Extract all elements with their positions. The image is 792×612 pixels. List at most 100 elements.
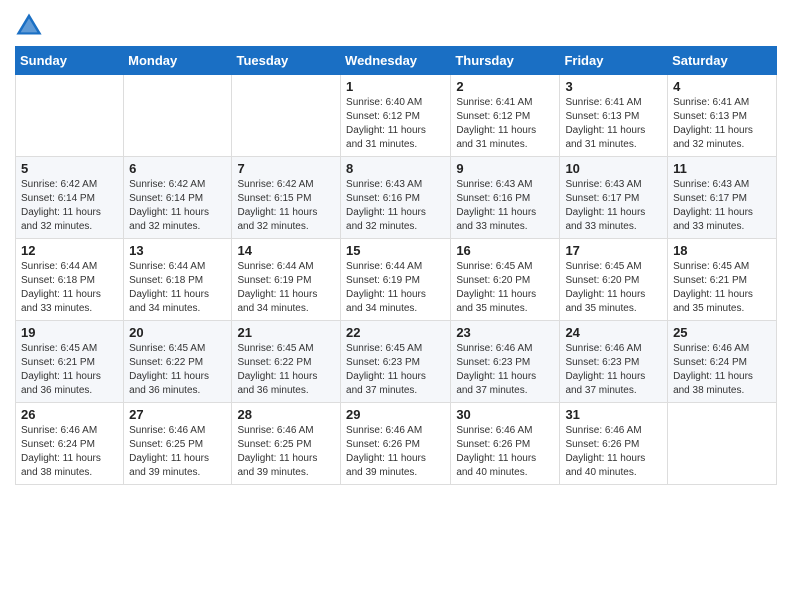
day-number: 14: [237, 243, 335, 258]
calendar-cell: [232, 75, 341, 157]
day-header-tuesday: Tuesday: [232, 47, 341, 75]
day-info: Sunrise: 6:46 AMSunset: 6:26 PMDaylight:…: [565, 424, 662, 480]
day-info: Sunrise: 6:46 AMSunset: 6:26 PMDaylight:…: [346, 424, 445, 480]
day-number: 18: [673, 243, 771, 258]
logo-icon: [15, 10, 43, 38]
calendar-cell: 1 Sunrise: 6:40 AMSunset: 6:12 PMDaylight…: [341, 75, 451, 157]
calendar-cell: 19 Sunrise: 6:45 AMSunset: 6:21 PMDayligh…: [16, 321, 124, 403]
day-info: Sunrise: 6:43 AMSunset: 6:16 PMDaylight:…: [346, 178, 445, 234]
day-number: 24: [565, 325, 662, 340]
calendar-cell: 10 Sunrise: 6:43 AMSunset: 6:17 PMDayligh…: [560, 157, 668, 239]
day-info: Sunrise: 6:44 AMSunset: 6:19 PMDaylight:…: [346, 260, 445, 316]
logo: [15, 10, 47, 38]
day-number: 4: [673, 79, 771, 94]
calendar-cell: 15 Sunrise: 6:44 AMSunset: 6:19 PMDayligh…: [341, 239, 451, 321]
day-number: 16: [456, 243, 554, 258]
day-info: Sunrise: 6:42 AMSunset: 6:14 PMDaylight:…: [129, 178, 226, 234]
day-header-sunday: Sunday: [16, 47, 124, 75]
day-number: 26: [21, 407, 118, 422]
day-number: 11: [673, 161, 771, 176]
day-number: 5: [21, 161, 118, 176]
day-info: Sunrise: 6:41 AMSunset: 6:13 PMDaylight:…: [673, 96, 771, 152]
calendar-cell: 11Sunrise: 6:43 AMSunset: 6:17 PMDayligh…: [668, 157, 777, 239]
day-info: Sunrise: 6:46 AMSunset: 6:25 PMDaylight:…: [129, 424, 226, 480]
day-header-friday: Friday: [560, 47, 668, 75]
day-info: Sunrise: 6:43 AMSunset: 6:16 PMDaylight:…: [456, 178, 554, 234]
calendar-cell: 22Sunrise: 6:45 AMSunset: 6:23 PMDayligh…: [341, 321, 451, 403]
day-info: Sunrise: 6:45 AMSunset: 6:21 PMDaylight:…: [21, 342, 118, 398]
calendar-cell: 21Sunrise: 6:45 AMSunset: 6:22 PMDayligh…: [232, 321, 341, 403]
day-info: Sunrise: 6:43 AMSunset: 6:17 PMDaylight:…: [565, 178, 662, 234]
calendar-cell: 12 Sunrise: 6:44 AMSunset: 6:18 PMDayligh…: [16, 239, 124, 321]
calendar-cell: 23 Sunrise: 6:46 AMSunset: 6:23 PMDayligh…: [451, 321, 560, 403]
day-number: 19: [21, 325, 118, 340]
day-number: 20: [129, 325, 226, 340]
day-number: 28: [237, 407, 335, 422]
day-header-wednesday: Wednesday: [341, 47, 451, 75]
calendar-week-row: 26 Sunrise: 6:46 AMSunset: 6:24 PMDayligh…: [16, 403, 777, 485]
day-number: 10: [565, 161, 662, 176]
day-number: 3: [565, 79, 662, 94]
calendar-cell: 3Sunrise: 6:41 AMSunset: 6:13 PMDaylight…: [560, 75, 668, 157]
day-number: 23: [456, 325, 554, 340]
calendar-header-row: SundayMondayTuesdayWednesdayThursdayFrid…: [16, 47, 777, 75]
calendar-cell: 17 Sunrise: 6:45 AMSunset: 6:20 PMDayligh…: [560, 239, 668, 321]
day-info: Sunrise: 6:46 AMSunset: 6:24 PMDaylight:…: [673, 342, 771, 398]
calendar-cell: 5 Sunrise: 6:42 AMSunset: 6:14 PMDaylight…: [16, 157, 124, 239]
calendar-cell: 31 Sunrise: 6:46 AMSunset: 6:26 PMDayligh…: [560, 403, 668, 485]
day-number: 12: [21, 243, 118, 258]
calendar-cell: 20Sunrise: 6:45 AMSunset: 6:22 PMDayligh…: [124, 321, 232, 403]
day-info: Sunrise: 6:41 AMSunset: 6:12 PMDaylight:…: [456, 96, 554, 152]
day-info: Sunrise: 6:46 AMSunset: 6:24 PMDaylight:…: [21, 424, 118, 480]
day-number: 25: [673, 325, 771, 340]
calendar-cell: 2 Sunrise: 6:41 AMSunset: 6:12 PMDaylight…: [451, 75, 560, 157]
day-info: Sunrise: 6:42 AMSunset: 6:14 PMDaylight:…: [21, 178, 118, 234]
header: [15, 10, 777, 38]
calendar-cell: 29 Sunrise: 6:46 AMSunset: 6:26 PMDayligh…: [341, 403, 451, 485]
calendar: SundayMondayTuesdayWednesdayThursdayFrid…: [15, 46, 777, 485]
calendar-cell: 18Sunrise: 6:45 AMSunset: 6:21 PMDayligh…: [668, 239, 777, 321]
day-info: Sunrise: 6:44 AMSunset: 6:19 PMDaylight:…: [237, 260, 335, 316]
day-info: Sunrise: 6:42 AMSunset: 6:15 PMDaylight:…: [237, 178, 335, 234]
calendar-cell: 8 Sunrise: 6:43 AMSunset: 6:16 PMDaylight…: [341, 157, 451, 239]
day-info: Sunrise: 6:46 AMSunset: 6:23 PMDaylight:…: [565, 342, 662, 398]
calendar-cell: 27Sunrise: 6:46 AMSunset: 6:25 PMDayligh…: [124, 403, 232, 485]
calendar-cell: 26 Sunrise: 6:46 AMSunset: 6:24 PMDayligh…: [16, 403, 124, 485]
day-header-saturday: Saturday: [668, 47, 777, 75]
day-info: Sunrise: 6:46 AMSunset: 6:23 PMDaylight:…: [456, 342, 554, 398]
day-info: Sunrise: 6:46 AMSunset: 6:26 PMDaylight:…: [456, 424, 554, 480]
day-number: 22: [346, 325, 445, 340]
day-info: Sunrise: 6:46 AMSunset: 6:25 PMDaylight:…: [237, 424, 335, 480]
day-number: 7: [237, 161, 335, 176]
calendar-cell: [124, 75, 232, 157]
day-info: Sunrise: 6:40 AMSunset: 6:12 PMDaylight:…: [346, 96, 445, 152]
day-info: Sunrise: 6:44 AMSunset: 6:18 PMDaylight:…: [21, 260, 118, 316]
day-header-thursday: Thursday: [451, 47, 560, 75]
day-number: 21: [237, 325, 335, 340]
calendar-cell: 16 Sunrise: 6:45 AMSunset: 6:20 PMDayligh…: [451, 239, 560, 321]
calendar-cell: 4 Sunrise: 6:41 AMSunset: 6:13 PMDaylight…: [668, 75, 777, 157]
day-info: Sunrise: 6:45 AMSunset: 6:20 PMDaylight:…: [565, 260, 662, 316]
day-info: Sunrise: 6:45 AMSunset: 6:20 PMDaylight:…: [456, 260, 554, 316]
day-number: 2: [456, 79, 554, 94]
calendar-cell: 30Sunrise: 6:46 AMSunset: 6:26 PMDayligh…: [451, 403, 560, 485]
calendar-cell: 14 Sunrise: 6:44 AMSunset: 6:19 PMDayligh…: [232, 239, 341, 321]
day-number: 31: [565, 407, 662, 422]
day-number: 13: [129, 243, 226, 258]
day-number: 17: [565, 243, 662, 258]
calendar-cell: 13Sunrise: 6:44 AMSunset: 6:18 PMDayligh…: [124, 239, 232, 321]
calendar-cell: 6Sunrise: 6:42 AMSunset: 6:14 PMDaylight…: [124, 157, 232, 239]
calendar-week-row: 12 Sunrise: 6:44 AMSunset: 6:18 PMDayligh…: [16, 239, 777, 321]
page: SundayMondayTuesdayWednesdayThursdayFrid…: [0, 0, 792, 612]
calendar-week-row: 5 Sunrise: 6:42 AMSunset: 6:14 PMDaylight…: [16, 157, 777, 239]
calendar-cell: 7 Sunrise: 6:42 AMSunset: 6:15 PMDaylight…: [232, 157, 341, 239]
calendar-cell: 28 Sunrise: 6:46 AMSunset: 6:25 PMDayligh…: [232, 403, 341, 485]
calendar-cell: 24 Sunrise: 6:46 AMSunset: 6:23 PMDayligh…: [560, 321, 668, 403]
calendar-cell: 9Sunrise: 6:43 AMSunset: 6:16 PMDaylight…: [451, 157, 560, 239]
day-number: 8: [346, 161, 445, 176]
day-header-monday: Monday: [124, 47, 232, 75]
day-number: 15: [346, 243, 445, 258]
day-number: 29: [346, 407, 445, 422]
day-number: 1: [346, 79, 445, 94]
calendar-cell: [668, 403, 777, 485]
